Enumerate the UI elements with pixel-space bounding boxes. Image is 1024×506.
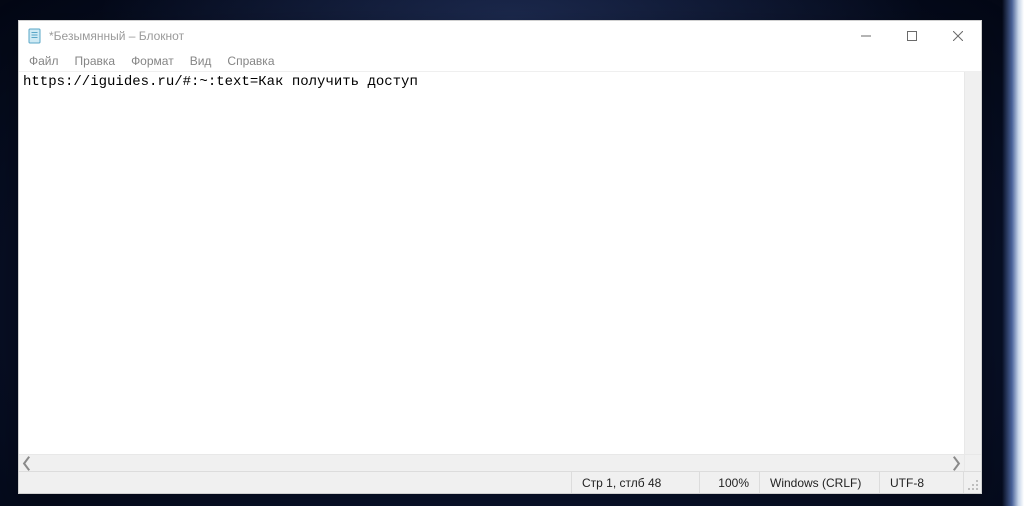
menu-edit[interactable]: Правка bbox=[67, 53, 124, 70]
status-spacer bbox=[19, 472, 571, 493]
titlebar[interactable]: *Безымянный – Блокнот bbox=[19, 21, 981, 51]
vertical-scrollbar[interactable] bbox=[964, 72, 981, 454]
text-editor[interactable]: https://iguides.ru/#:~:text=Как получить… bbox=[19, 72, 981, 454]
notepad-icon bbox=[27, 28, 43, 44]
notepad-window: *Безымянный – Блокнот Файл Правка Формат… bbox=[18, 20, 982, 494]
status-line-ending: Windows (CRLF) bbox=[759, 472, 879, 493]
maximize-button[interactable] bbox=[889, 21, 935, 51]
menu-file[interactable]: Файл bbox=[21, 53, 67, 70]
chevron-left-icon[interactable] bbox=[19, 455, 36, 471]
statusbar: Стр 1, стлб 48 100% Windows (CRLF) UTF-8 bbox=[19, 471, 981, 493]
chevron-right-icon[interactable] bbox=[947, 455, 964, 471]
resize-grip-icon[interactable] bbox=[963, 472, 981, 493]
scroll-corner bbox=[964, 455, 981, 471]
menu-format[interactable]: Формат bbox=[123, 53, 182, 70]
minimize-button[interactable] bbox=[843, 21, 889, 51]
window-title: *Безымянный – Блокнот bbox=[49, 29, 843, 43]
window-controls bbox=[843, 21, 981, 51]
menu-view[interactable]: Вид bbox=[182, 53, 220, 70]
menubar: Файл Правка Формат Вид Справка bbox=[19, 51, 981, 71]
status-position: Стр 1, стлб 48 bbox=[571, 472, 699, 493]
menu-help[interactable]: Справка bbox=[219, 53, 282, 70]
status-zoom: 100% bbox=[699, 472, 759, 493]
hscroll-track[interactable] bbox=[36, 455, 947, 471]
close-button[interactable] bbox=[935, 21, 981, 51]
horizontal-scrollbar[interactable] bbox=[19, 454, 981, 471]
editor-area: https://iguides.ru/#:~:text=Как получить… bbox=[19, 71, 981, 471]
status-encoding: UTF-8 bbox=[879, 472, 963, 493]
